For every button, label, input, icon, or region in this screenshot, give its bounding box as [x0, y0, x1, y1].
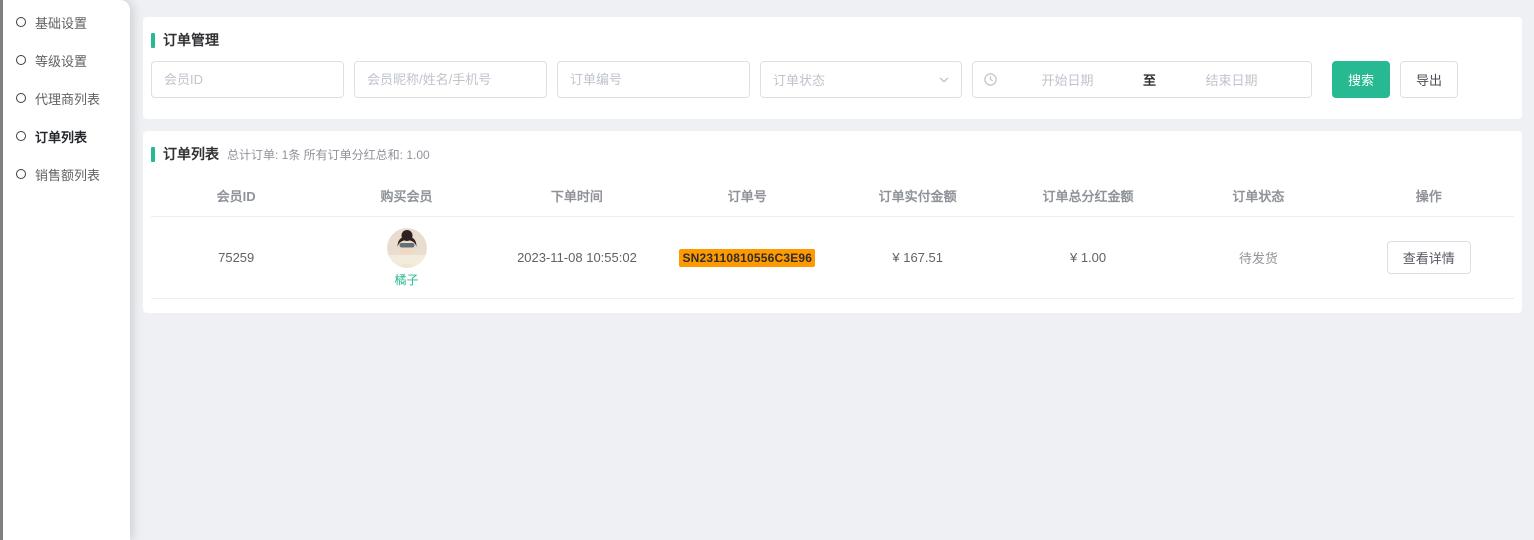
- search-button[interactable]: 搜索: [1332, 61, 1390, 98]
- cell-status: 待发货: [1173, 248, 1343, 267]
- sidebar-item-label: 订单列表: [35, 127, 87, 146]
- sidebar-item-label: 代理商列表: [35, 89, 100, 108]
- member-id-input[interactable]: [151, 61, 344, 98]
- sidebar-item-label: 基础设置: [35, 13, 87, 32]
- filter-title: 订单管理: [163, 30, 219, 50]
- circle-radio-icon: [16, 55, 26, 65]
- section-accent-bar: [151, 33, 155, 48]
- member-info-input[interactable]: [354, 61, 547, 98]
- cell-buyer: 橘子: [321, 228, 491, 288]
- circle-radio-icon: [16, 93, 26, 103]
- order-no-highlight: SN23110810556C3E96: [679, 249, 815, 267]
- cell-member-id: 75259: [151, 250, 321, 265]
- end-date-placeholder[interactable]: 结束日期: [1162, 70, 1301, 89]
- view-detail-button[interactable]: 查看详情: [1387, 241, 1471, 274]
- sidebar-item-basic-settings[interactable]: 基础设置: [3, 3, 130, 41]
- sidebar-item-label: 等级设置: [35, 51, 87, 70]
- export-button[interactable]: 导出: [1400, 61, 1458, 98]
- cell-paid-amount: ¥ 167.51: [833, 250, 1003, 265]
- circle-radio-icon: [16, 169, 26, 179]
- order-list-summary: 总计订单: 1条 所有订单分红总和: 1.00: [227, 146, 430, 163]
- clock-icon: [983, 72, 998, 87]
- date-range-picker[interactable]: 开始日期 至 结束日期: [972, 61, 1312, 98]
- order-list-section-title: 订单列表 总计订单: 1条 所有订单分红总和: 1.00: [151, 144, 1514, 164]
- col-action: 操作: [1344, 186, 1514, 205]
- circle-radio-icon: [16, 17, 26, 27]
- order-list-title: 订单列表: [163, 144, 219, 164]
- cell-order-no: SN23110810556C3E96: [662, 249, 832, 267]
- start-date-placeholder[interactable]: 开始日期: [998, 70, 1137, 89]
- sidebar-item-agent-list[interactable]: 代理商列表: [3, 79, 130, 117]
- chevron-down-icon: [937, 73, 951, 87]
- filter-row: 订单状态 开始日期 至 结束日期 搜索 导出: [151, 61, 1514, 98]
- cell-dividend-amount: ¥ 1.00: [1003, 250, 1173, 265]
- date-range-separator: 至: [1137, 70, 1162, 89]
- buyer-cell: 橘子: [321, 228, 491, 288]
- order-status-placeholder: 订单状态: [773, 70, 825, 89]
- col-status: 订单状态: [1173, 186, 1343, 205]
- col-member-id: 会员ID: [151, 186, 321, 205]
- vertical-scrollbar[interactable]: [0, 0, 3, 540]
- order-no-input[interactable]: [557, 61, 750, 98]
- main-content: 订单管理 订单状态 开始日期 至 结束日期 搜索 导出: [130, 0, 1534, 540]
- page-root: 基础设置 等级设置 代理商列表 订单列表 销售额列表 订单管理: [0, 0, 1534, 540]
- col-paid-amount: 订单实付金额: [833, 186, 1003, 205]
- col-dividend-amount: 订单总分红金额: [1003, 186, 1173, 205]
- order-list-card: 订单列表 总计订单: 1条 所有订单分红总和: 1.00 会员ID 购买会员 下…: [143, 131, 1522, 313]
- buyer-name: 橘子: [395, 271, 419, 288]
- table-row: 75259: [151, 217, 1514, 299]
- sidebar-item-sales-list[interactable]: 销售额列表: [3, 155, 130, 193]
- section-accent-bar: [151, 147, 155, 162]
- order-filter-card: 订单管理 订单状态 开始日期 至 结束日期 搜索 导出: [143, 17, 1522, 119]
- sidebar-item-level-settings[interactable]: 等级设置: [3, 41, 130, 79]
- col-order-no: 订单号: [662, 186, 832, 205]
- filter-section-title: 订单管理: [151, 30, 1514, 50]
- cell-order-time: 2023-11-08 10:55:02: [492, 250, 662, 265]
- table-header-row: 会员ID 购买会员 下单时间 订单号 订单实付金额 订单总分红金额 订单状态 操…: [151, 175, 1514, 217]
- sidebar-item-order-list[interactable]: 订单列表: [3, 117, 130, 155]
- col-buyer: 购买会员: [321, 186, 491, 205]
- order-status-select[interactable]: 订单状态: [760, 61, 962, 98]
- sidebar: 基础设置 等级设置 代理商列表 订单列表 销售额列表: [3, 0, 130, 540]
- circle-radio-icon: [16, 131, 26, 141]
- member-avatar: [387, 228, 427, 268]
- col-order-time: 下单时间: [492, 186, 662, 205]
- sidebar-item-label: 销售额列表: [35, 165, 100, 184]
- cell-action: 查看详情: [1344, 241, 1514, 274]
